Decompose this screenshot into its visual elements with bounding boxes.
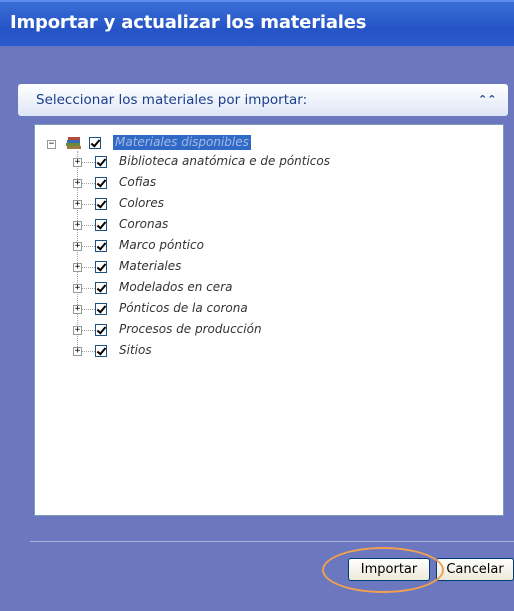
tree-item[interactable]: + Cofias bbox=[35, 174, 435, 192]
books-icon bbox=[66, 137, 81, 149]
tree-item-label: Procesos de producción bbox=[119, 322, 262, 336]
import-dialog: Importar y actualizar los materiales Sel… bbox=[0, 0, 514, 611]
item-checkbox[interactable] bbox=[95, 303, 107, 315]
tree-item[interactable]: + Marco póntico bbox=[35, 237, 435, 255]
expand-icon[interactable]: + bbox=[73, 179, 82, 188]
materials-tree-panel[interactable]: − Materiales disponibles + Biblioteca an… bbox=[34, 124, 504, 516]
expand-icon[interactable]: + bbox=[73, 200, 82, 209]
item-checkbox[interactable] bbox=[95, 156, 107, 168]
tree-connector bbox=[81, 351, 95, 352]
tree-connector bbox=[81, 204, 95, 205]
double-chevron-up-icon[interactable]: ⌃⌃ bbox=[478, 92, 496, 108]
expand-icon[interactable]: + bbox=[73, 284, 82, 293]
tree-item-label: Marco póntico bbox=[119, 238, 204, 252]
item-checkbox[interactable] bbox=[95, 345, 107, 357]
expand-icon[interactable]: + bbox=[73, 305, 82, 314]
item-checkbox[interactable] bbox=[95, 282, 107, 294]
expand-icon[interactable]: + bbox=[73, 158, 82, 167]
item-checkbox[interactable] bbox=[95, 177, 107, 189]
tree-item[interactable]: + Modelados en cera bbox=[35, 279, 435, 297]
tree-root-label[interactable]: Materiales disponibles bbox=[113, 135, 251, 150]
item-checkbox[interactable] bbox=[95, 240, 107, 252]
tree-item-label: Cofias bbox=[119, 175, 157, 189]
expand-icon[interactable]: + bbox=[73, 263, 82, 272]
item-checkbox[interactable] bbox=[95, 219, 107, 231]
expand-icon[interactable]: + bbox=[73, 221, 82, 230]
import-button[interactable]: Importar bbox=[348, 558, 430, 581]
footer-divider bbox=[30, 541, 514, 542]
tree-item-label: Coronas bbox=[119, 217, 169, 231]
cancel-button[interactable]: Cancelar bbox=[436, 558, 514, 581]
expand-icon[interactable]: + bbox=[73, 242, 82, 251]
tree-connector bbox=[81, 162, 95, 163]
tree-item[interactable]: + Colores bbox=[35, 195, 435, 213]
expand-icon[interactable]: + bbox=[73, 347, 82, 356]
expand-icon[interactable]: + bbox=[73, 326, 82, 335]
item-checkbox[interactable] bbox=[95, 261, 107, 273]
tree-item-label: Materiales bbox=[119, 259, 182, 273]
tree-item[interactable]: + Biblioteca anatómica e de pónticos bbox=[35, 153, 435, 171]
title-bar: Importar y actualizar los materiales bbox=[0, 0, 514, 46]
tree-item[interactable]: + Materiales bbox=[35, 258, 435, 276]
select-materials-section-header[interactable]: Seleccionar los materiales por importar:… bbox=[18, 84, 508, 116]
tree-connector bbox=[81, 330, 95, 331]
tree-item[interactable]: + Pónticos de la corona bbox=[35, 300, 435, 318]
section-label: Seleccionar los materiales por importar: bbox=[36, 92, 308, 108]
tree-item-label: Modelados en cera bbox=[119, 280, 233, 294]
item-checkbox[interactable] bbox=[95, 198, 107, 210]
tree-connector bbox=[81, 288, 95, 289]
item-checkbox[interactable] bbox=[95, 324, 107, 336]
window-title: Importar y actualizar los materiales bbox=[10, 12, 367, 33]
tree-item[interactable]: + Sitios bbox=[35, 342, 435, 360]
tree-item[interactable]: + Coronas bbox=[35, 216, 435, 234]
tree-connector bbox=[81, 225, 95, 226]
root-checkbox[interactable] bbox=[89, 137, 101, 149]
tree-item-label: Colores bbox=[119, 196, 164, 210]
tree-connector bbox=[81, 183, 95, 184]
tree-item-label: Pónticos de la corona bbox=[119, 301, 248, 315]
tree-connector bbox=[81, 246, 95, 247]
tree-item[interactable]: + Procesos de producción bbox=[35, 321, 435, 339]
tree-connector bbox=[81, 267, 95, 268]
tree-item-label: Sitios bbox=[119, 343, 152, 357]
collapse-root-icon[interactable]: − bbox=[47, 140, 56, 149]
tree-item-label: Biblioteca anatómica e de pónticos bbox=[119, 154, 331, 168]
tree-connector bbox=[81, 309, 95, 310]
